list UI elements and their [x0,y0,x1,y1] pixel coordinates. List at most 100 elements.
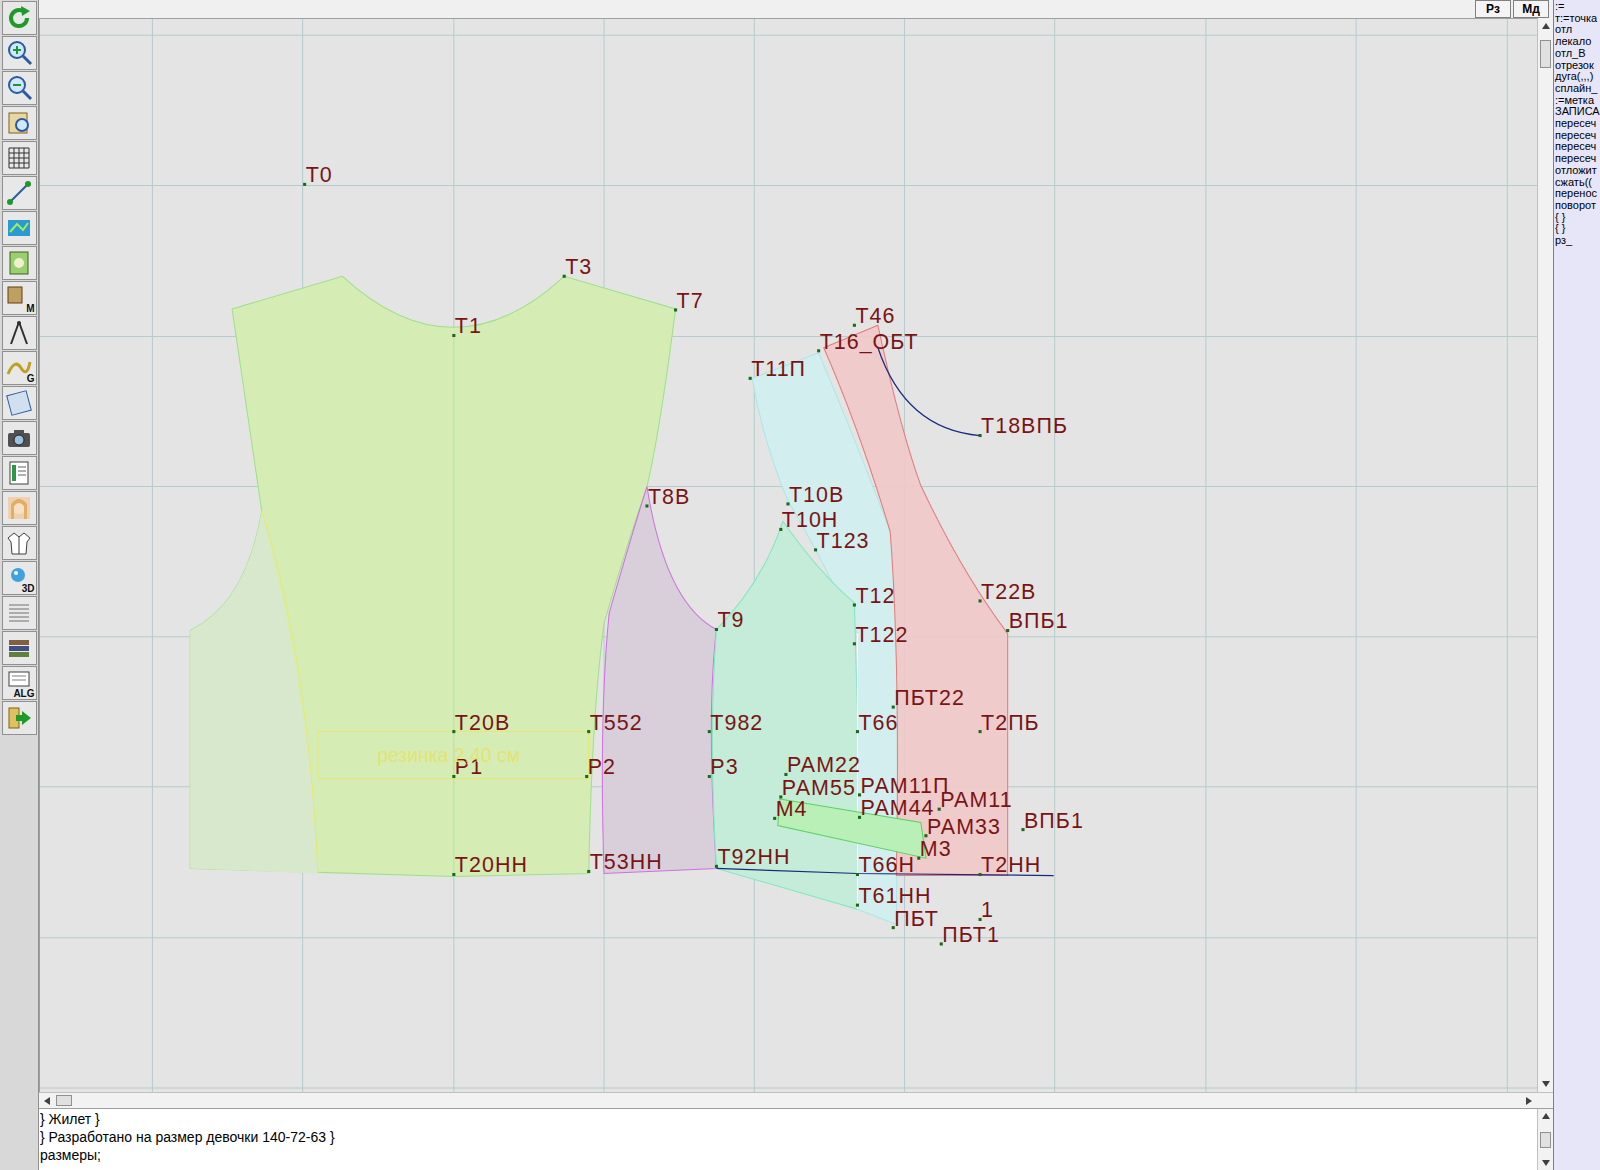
tool-icon [5,529,33,557]
tool-button[interactable] [2,246,37,280]
scroll-down-icon[interactable] [1538,1156,1553,1170]
tool-button[interactable] [2,526,37,560]
command-item[interactable]: отл_В [1554,48,1600,60]
command-item[interactable]: ЗАПИСА [1554,106,1600,118]
tool-label: 3D [22,583,35,594]
tool-icon [5,249,33,277]
point-label: Т123 [817,529,870,553]
tool-button[interactable]: M [2,281,37,315]
command-item[interactable]: { } [1554,223,1600,235]
command-item[interactable]: дуга(,,,) [1554,71,1600,83]
point-label: Т46 [855,304,895,328]
tool-button[interactable] [2,701,37,735]
command-item[interactable]: сплайн_ [1554,83,1600,95]
scroll-thumb[interactable] [1540,40,1551,68]
point-label: Т2НН [981,853,1041,877]
scroll-thumb[interactable] [56,1095,72,1106]
scroll-left-icon[interactable] [39,1097,55,1105]
point-label: Т122 [855,623,908,647]
side-piece[interactable] [602,487,716,874]
command-item[interactable]: поворот [1554,200,1600,212]
toolbar: M G 3D ALG [0,0,39,1170]
tool-button[interactable]: G [2,351,37,385]
tool-button[interactable] [2,631,37,665]
scroll-down-icon[interactable] [1538,1076,1553,1092]
tool-button[interactable] [2,36,37,70]
tool-icon [5,4,33,32]
horizontal-scrollbar[interactable] [39,1092,1553,1108]
drawing-canvas[interactable]: Т0Т3Т7Т1Т46Т16_ОБТТ11ПТ18ВПБТ8ВТ10ВТ10НТ… [39,18,1537,1092]
point-label: Т20В [455,711,510,735]
mode-button[interactable]: Рз [1475,0,1511,18]
scroll-up-icon[interactable] [1538,1109,1553,1123]
piece-note: резинка 2,40 см [377,744,520,766]
top-bar: РзМд [39,0,1553,18]
command-item[interactable]: пересеч [1554,153,1600,165]
point-label: РАМ11П [861,774,950,798]
tool-button[interactable] [2,491,37,525]
point-label: Т1 [455,314,482,338]
tool-button[interactable] [2,71,37,105]
point-label: Т12 [855,584,895,608]
tool-icon [5,424,33,452]
command-item[interactable]: т:=точка [1554,13,1600,25]
tool-icon [5,599,33,627]
point-label: Т2ПБ [981,711,1040,735]
point-label: Т66 [858,711,898,735]
command-item[interactable]: := [1554,1,1600,13]
point-label: Т18ВПБ [981,414,1068,438]
command-item[interactable]: сжать(( [1554,177,1600,189]
vertical-scrollbar[interactable] [1537,18,1553,1092]
point-label: Р2 [588,755,616,779]
tool-button[interactable] [2,141,37,175]
point-label: Т20НН [455,853,528,877]
point-label: ПБТ [894,907,939,931]
editor-line[interactable]: } Разработано на размер девочки 140-72-6… [40,1128,1537,1146]
scroll-right-icon[interactable] [1521,1097,1537,1105]
tool-button[interactable] [2,106,37,140]
command-item[interactable]: рз_ [1554,235,1600,247]
tool-button[interactable] [2,176,37,210]
tool-button[interactable] [2,1,37,35]
point-label: М4 [776,797,808,821]
tool-button[interactable] [2,211,37,245]
tool-icon [5,214,33,242]
editor-scrollbar[interactable] [1537,1109,1553,1170]
point-label: РАМ22 [787,753,861,777]
command-item[interactable]: отрезок [1554,60,1600,72]
point-label: Т8В [648,485,690,509]
tool-button[interactable] [2,456,37,490]
tool-button[interactable] [2,386,37,420]
command-item[interactable]: пересеч [1554,118,1600,130]
mode-button[interactable]: Мд [1513,0,1549,18]
command-item[interactable]: пересеч [1554,141,1600,153]
point-label: Т92НН [717,845,790,869]
tool-button[interactable] [2,421,37,455]
command-item[interactable]: :=метка [1554,95,1600,107]
command-item[interactable]: лекало [1554,36,1600,48]
tool-button[interactable] [2,316,37,350]
scroll-thumb[interactable] [1540,1132,1551,1148]
point-label: Т16_ОБТ [820,330,919,354]
editor-line[interactable]: размеры; [40,1146,1537,1164]
command-item[interactable]: пересеч [1554,130,1600,142]
command-item[interactable]: отл [1554,24,1600,36]
point-label: РАМ44 [861,796,935,820]
command-item[interactable]: перенос [1554,188,1600,200]
tool-label: G [27,373,35,384]
script-editor[interactable]: } Жилет }} Разработано на размер девочки… [39,1109,1537,1170]
tool-icon [5,179,33,207]
command-item[interactable]: { } [1554,212,1600,224]
tool-icon [5,319,33,347]
tool-button[interactable]: 3D [2,561,37,595]
tool-icon [5,144,33,172]
tool-button[interactable]: ALG [2,666,37,700]
tool-icon [5,459,33,487]
tool-button[interactable] [2,596,37,630]
point-label: Т0 [306,163,333,187]
tool-label: M [26,303,34,314]
scroll-up-icon[interactable] [1538,18,1553,34]
command-item[interactable]: отложит [1554,165,1600,177]
editor-line[interactable]: } Жилет } [40,1110,1537,1128]
point-label: РАМ33 [927,815,1001,839]
